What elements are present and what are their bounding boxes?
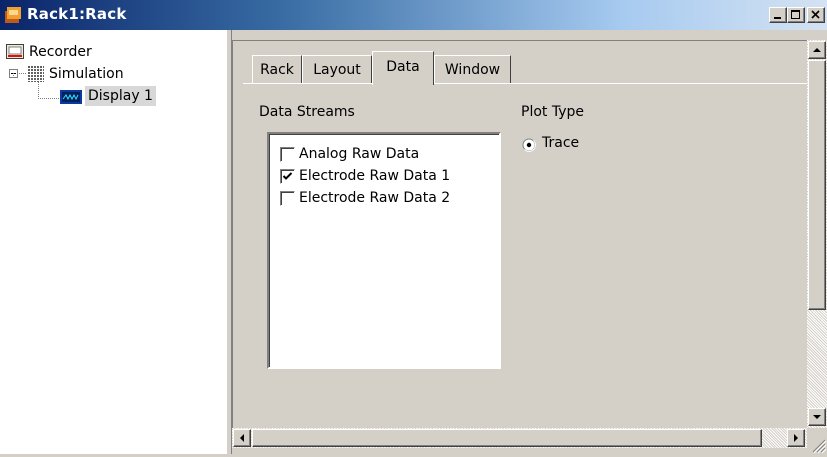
stream-label: Analog Raw Data (299, 146, 420, 162)
scroll-up-button[interactable] (808, 41, 826, 59)
trace-option-label: Trace (542, 135, 580, 151)
minimize-button[interactable] (769, 7, 787, 23)
title-bar: Rack1:Rack (0, 0, 827, 30)
trace-radio-button[interactable] (522, 138, 536, 152)
settings-pane: Rack Layout Data Window Data Streams Plo… (232, 40, 827, 429)
close-icon (811, 10, 820, 19)
vertical-scrollbar[interactable] (807, 40, 827, 428)
display-icon (60, 90, 82, 104)
arrow-down-icon (813, 415, 821, 419)
plot-type-label: Plot Type (521, 104, 584, 120)
horizontal-scroll-thumb[interactable] (252, 429, 762, 447)
data-streams-list[interactable]: Analog Raw Data Electrode Raw Data 1 Ele… (267, 132, 501, 369)
rack-app-icon (5, 7, 21, 23)
electrode-raw-data-1-checkbox[interactable] (280, 169, 295, 184)
tab-layout[interactable]: Layout (302, 55, 372, 83)
electrode-raw-data-2-checkbox[interactable] (280, 191, 295, 206)
arrow-right-icon (794, 434, 798, 442)
data-streams-label: Data Streams (259, 104, 355, 120)
tree-item-label: Display 1 (85, 86, 156, 106)
analog-raw-data-checkbox[interactable] (280, 147, 295, 162)
resize-grip[interactable] (807, 428, 827, 454)
tree-item-label: Recorder (29, 44, 92, 60)
check-icon (282, 172, 293, 180)
recorder-icon (6, 44, 24, 59)
scroll-left-button[interactable] (233, 429, 251, 447)
tab-label: Rack (260, 62, 294, 78)
resize-grip-icon (812, 439, 827, 454)
tab-window[interactable]: Window (434, 55, 511, 83)
stream-label: Electrode Raw Data 2 (299, 190, 451, 206)
vertical-scroll-thumb[interactable] (808, 60, 826, 310)
window-title: Rack1:Rack (27, 5, 127, 23)
tab-data[interactable]: Data (372, 51, 434, 85)
minimize-icon (774, 17, 781, 19)
close-button[interactable] (807, 7, 825, 23)
stream-label: Electrode Raw Data 1 (299, 168, 451, 184)
tab-rack[interactable]: Rack (252, 55, 302, 83)
tab-label: Window (444, 62, 501, 78)
tab-label: Layout (313, 62, 361, 78)
maximize-button[interactable] (787, 7, 805, 23)
rack-tree: Recorder Simulation Display 1 (0, 30, 226, 454)
arrow-left-icon (240, 434, 244, 442)
tab-label: Data (386, 59, 420, 75)
scroll-down-button[interactable] (808, 408, 826, 426)
maximize-icon (791, 10, 800, 19)
arrow-up-icon (813, 48, 821, 52)
horizontal-scrollbar[interactable] (232, 428, 807, 448)
scroll-right-button[interactable] (787, 429, 805, 447)
